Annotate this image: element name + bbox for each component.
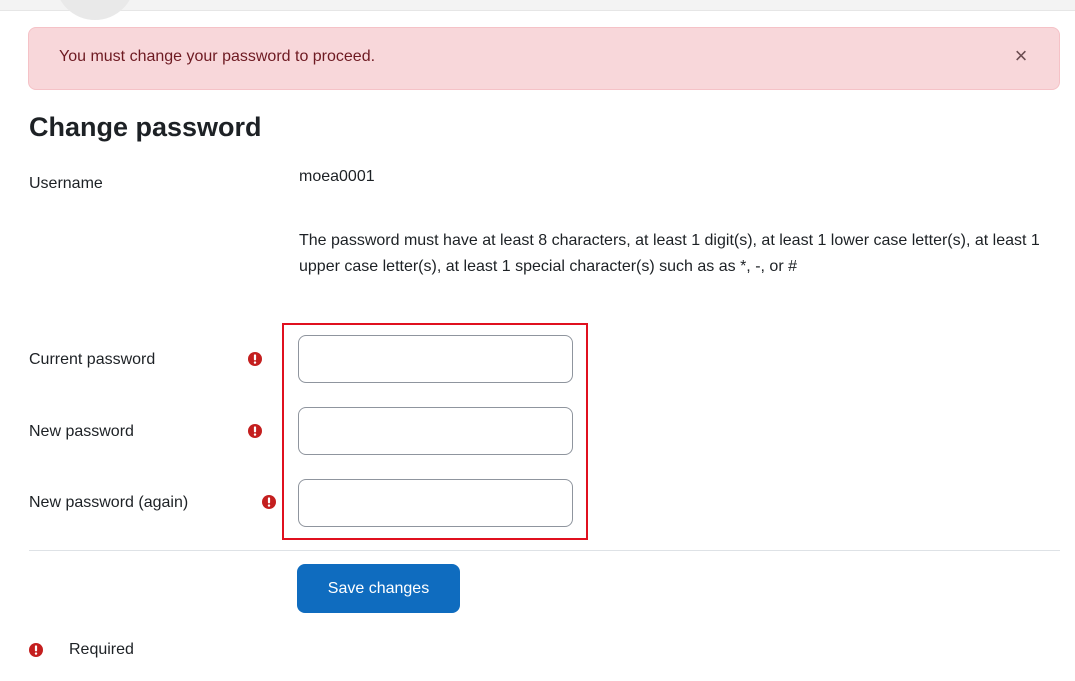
top-header-strip xyxy=(0,0,1075,11)
username-label: Username xyxy=(29,175,103,192)
exclamation-circle-icon xyxy=(262,495,276,509)
current-password-label: Current password xyxy=(29,351,156,368)
form-divider xyxy=(29,550,1060,551)
required-legend: Required xyxy=(69,641,134,658)
new-password-again-input[interactable] xyxy=(298,479,573,527)
new-password-label: New password xyxy=(29,423,134,440)
close-icon[interactable]: × xyxy=(1010,45,1032,67)
page-title: Change password xyxy=(29,112,262,142)
exclamation-circle-icon xyxy=(29,643,43,657)
new-password-input[interactable] xyxy=(298,407,573,455)
new-password-again-label: New password (again) xyxy=(29,494,189,511)
current-password-input[interactable] xyxy=(298,335,573,383)
save-changes-button[interactable]: Save changes xyxy=(297,564,460,613)
exclamation-circle-icon xyxy=(248,424,262,438)
exclamation-circle-icon xyxy=(248,352,262,366)
alert-message: You must change your password to proceed… xyxy=(59,48,376,65)
username-value: moea0001 xyxy=(299,168,375,185)
password-change-alert: You must change your password to proceed… xyxy=(28,27,1060,90)
password-rules-text: The password must have at least 8 charac… xyxy=(299,232,1040,275)
